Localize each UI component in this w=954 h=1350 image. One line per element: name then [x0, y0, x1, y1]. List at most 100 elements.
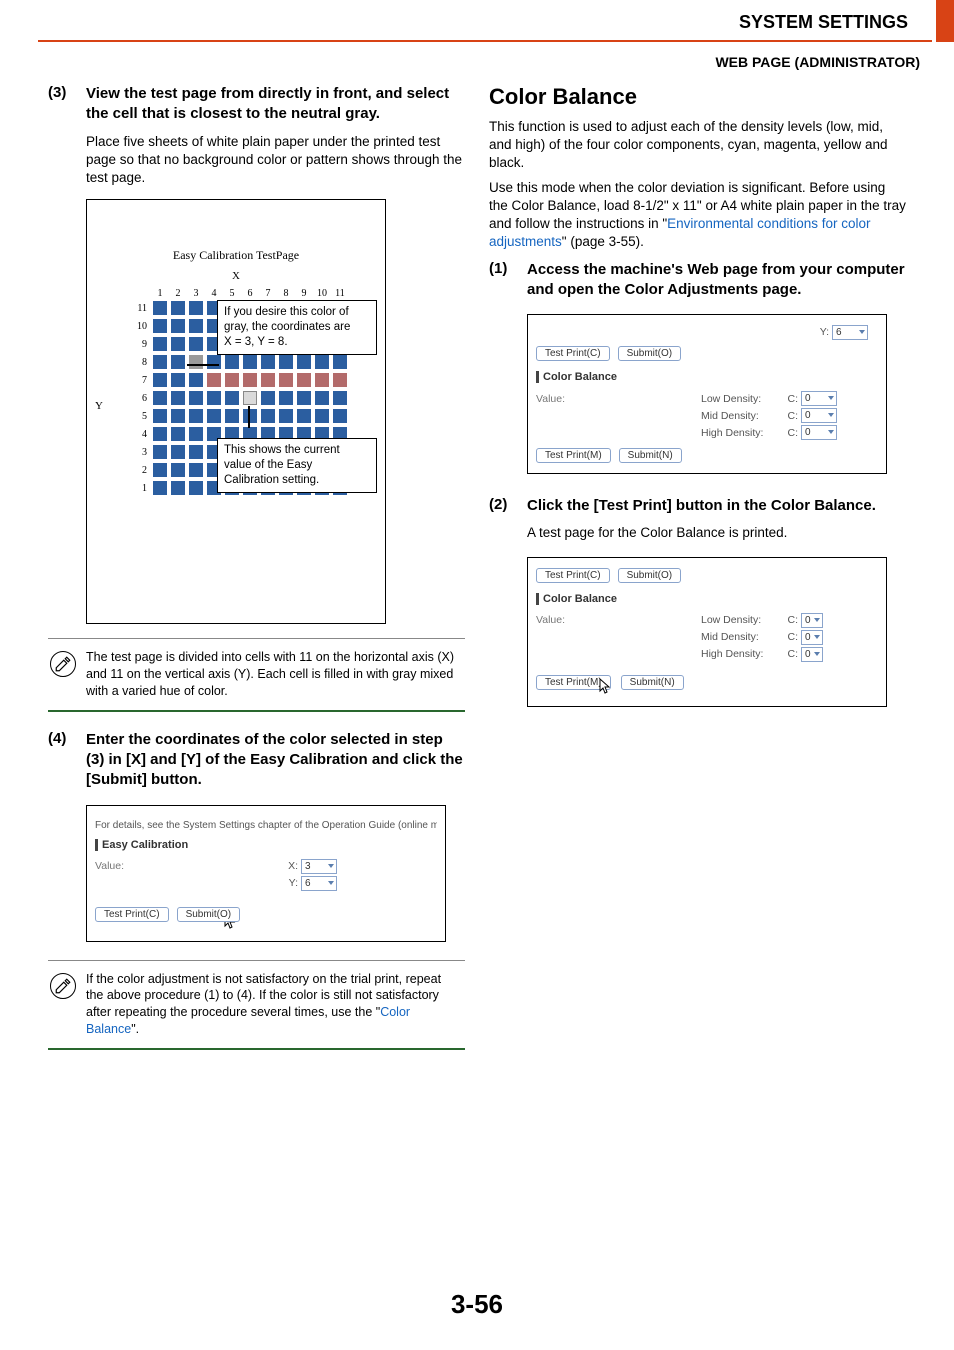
- easycal-y-value: 6: [305, 878, 311, 889]
- note-2-text: If the color adjustment is not satisfact…: [86, 971, 465, 1039]
- test-print-button[interactable]: Test Print(C): [536, 568, 610, 583]
- cb2-heading: Color Balance: [536, 593, 878, 605]
- note-1-text: The test page is divided into cells with…: [86, 649, 465, 700]
- testpage-col-labels: 1 2 3 4 5 6 7 8 9 10 11: [151, 288, 367, 299]
- row-label: 3: [127, 447, 151, 458]
- easycal-heading: Easy Calibration: [95, 839, 437, 851]
- cb2-mid-label: Mid Density:: [701, 631, 785, 643]
- step-4-num: (4): [48, 730, 76, 791]
- cb1-low-select[interactable]: 0: [801, 391, 837, 406]
- row-label: 8: [127, 357, 151, 368]
- cb2-high-label: High Density:: [701, 648, 785, 660]
- cb1-c-label: C:: [785, 427, 801, 439]
- easycal-y-select[interactable]: 6: [301, 876, 337, 891]
- easycal-y-label: Y:: [285, 877, 301, 889]
- callout-1: If you desire this color of gray, the co…: [217, 300, 377, 355]
- cb-step-2-num: (2): [489, 496, 517, 516]
- step-3-title: View the test page from directly in fron…: [86, 84, 465, 125]
- cb2-c-label: C:: [785, 614, 801, 626]
- test-print-button[interactable]: Test Print(M): [536, 448, 611, 463]
- cursor-icon: [599, 678, 613, 696]
- right-column: Color Balance This function is used to a…: [489, 84, 906, 1050]
- cb2-low-value: 0: [805, 615, 811, 626]
- easycal-x-select[interactable]: 3: [301, 859, 337, 874]
- callout-2-line: value of the Easy: [224, 458, 370, 473]
- callout-2: This shows the current value of the Easy…: [217, 438, 377, 493]
- cb2-high-select[interactable]: 0: [801, 647, 823, 662]
- testpage-x-label: X: [87, 270, 385, 282]
- subheader: WEB PAGE (ADMINISTRATOR): [715, 54, 920, 70]
- row-label: 5: [127, 411, 151, 422]
- test-print-button[interactable]: Test Print(C): [95, 907, 169, 922]
- testpage-y-label: Y: [95, 400, 103, 412]
- easy-calibration-box: For details, see the System Settings cha…: [86, 805, 446, 942]
- color-balance-heading: Color Balance: [489, 84, 906, 110]
- header-rule: SYSTEM SETTINGS: [38, 0, 932, 42]
- pencil-icon: [50, 973, 76, 999]
- cb1-heading: Color Balance: [536, 371, 878, 383]
- cb-step-1-title: Access the machine's Web page from your …: [527, 260, 906, 301]
- cb1-mid-select[interactable]: 0: [801, 408, 837, 423]
- callout-1-line: If you desire this color of: [224, 305, 370, 320]
- submit-button[interactable]: Submit(N): [619, 448, 682, 463]
- step-3: (3) View the test page from directly in …: [48, 84, 465, 125]
- cb1-value-label: Value:: [536, 393, 701, 405]
- submit-button[interactable]: Submit(O): [618, 346, 682, 361]
- cb-para-1: This function is used to adjust each of …: [489, 118, 906, 173]
- cb2-value-label: Value:: [536, 614, 701, 626]
- step-3-body: Place five sheets of white plain paper u…: [86, 133, 465, 188]
- cb1-low-value: 0: [805, 393, 811, 404]
- callout-1-arrow: [187, 364, 219, 365]
- submit-button[interactable]: Submit(O): [618, 568, 682, 583]
- submit-button[interactable]: Submit(N): [621, 675, 684, 690]
- row-label: 4: [127, 429, 151, 440]
- col-label: 2: [169, 288, 187, 299]
- col-label: 9: [295, 288, 313, 299]
- step-4: (4) Enter the coordinates of the color s…: [48, 730, 465, 791]
- cb-step-2: (2) Click the [Test Print] button in the…: [489, 496, 906, 516]
- page-number: 3-56: [0, 1289, 954, 1320]
- col-label: 11: [331, 288, 349, 299]
- col-label: 10: [313, 288, 331, 299]
- cb2-low-label: Low Density:: [701, 614, 785, 626]
- row-label: 11: [127, 303, 151, 314]
- callout-2-line: This shows the current: [224, 443, 370, 458]
- cb1-mid-label: Mid Density:: [701, 410, 785, 422]
- cb2-mid-select[interactable]: 0: [801, 630, 823, 645]
- cb-para-2b: " (page 3-55).: [562, 234, 644, 249]
- cb1-c-label: C:: [785, 393, 801, 405]
- testpage-title: Easy Calibration TestPage: [87, 248, 385, 263]
- col-label: 5: [223, 288, 241, 299]
- cb-step-2-body: A test page for the Color Balance is pri…: [527, 524, 906, 542]
- cb1-high-select[interactable]: 0: [801, 425, 837, 440]
- cb2-c-label: C:: [785, 631, 801, 643]
- cb1-c-label: C:: [785, 410, 801, 422]
- note-2-post: ".: [131, 1022, 139, 1036]
- current-cell: [243, 391, 257, 405]
- color-balance-box-2: Test Print(C) Submit(O) Color Balance Va…: [527, 557, 887, 707]
- header-title: SYSTEM SETTINGS: [739, 12, 908, 33]
- cb1-high-value: 0: [805, 427, 811, 438]
- cb1-high-label: High Density:: [701, 427, 785, 439]
- row-label: 7: [127, 375, 151, 386]
- left-column: (3) View the test page from directly in …: [48, 84, 465, 1050]
- col-label: 1: [151, 288, 169, 299]
- callout-2-line: Calibration setting.: [224, 473, 370, 488]
- content-columns: (3) View the test page from directly in …: [48, 84, 906, 1050]
- cb-step-2-title: Click the [Test Print] button in the Col…: [527, 496, 876, 516]
- cb1-y-select[interactable]: 6: [832, 325, 868, 340]
- cb1-mid-value: 0: [805, 410, 811, 421]
- submit-button[interactable]: Submit(O): [177, 907, 241, 922]
- side-tab: [936, 0, 954, 42]
- test-print-button[interactable]: Test Print(C): [536, 346, 610, 361]
- note-1: The test page is divided into cells with…: [48, 638, 465, 712]
- row-label: 2: [127, 465, 151, 476]
- col-label: 8: [277, 288, 295, 299]
- easycal-value-label: Value:: [95, 860, 285, 872]
- cb2-low-select[interactable]: 0: [801, 613, 823, 628]
- step-3-num: (3): [48, 84, 76, 125]
- row-label: 10: [127, 321, 151, 332]
- pencil-icon: [50, 651, 76, 677]
- cb-para-2: Use this mode when the color deviation i…: [489, 179, 906, 252]
- cb-step-1-num: (1): [489, 260, 517, 301]
